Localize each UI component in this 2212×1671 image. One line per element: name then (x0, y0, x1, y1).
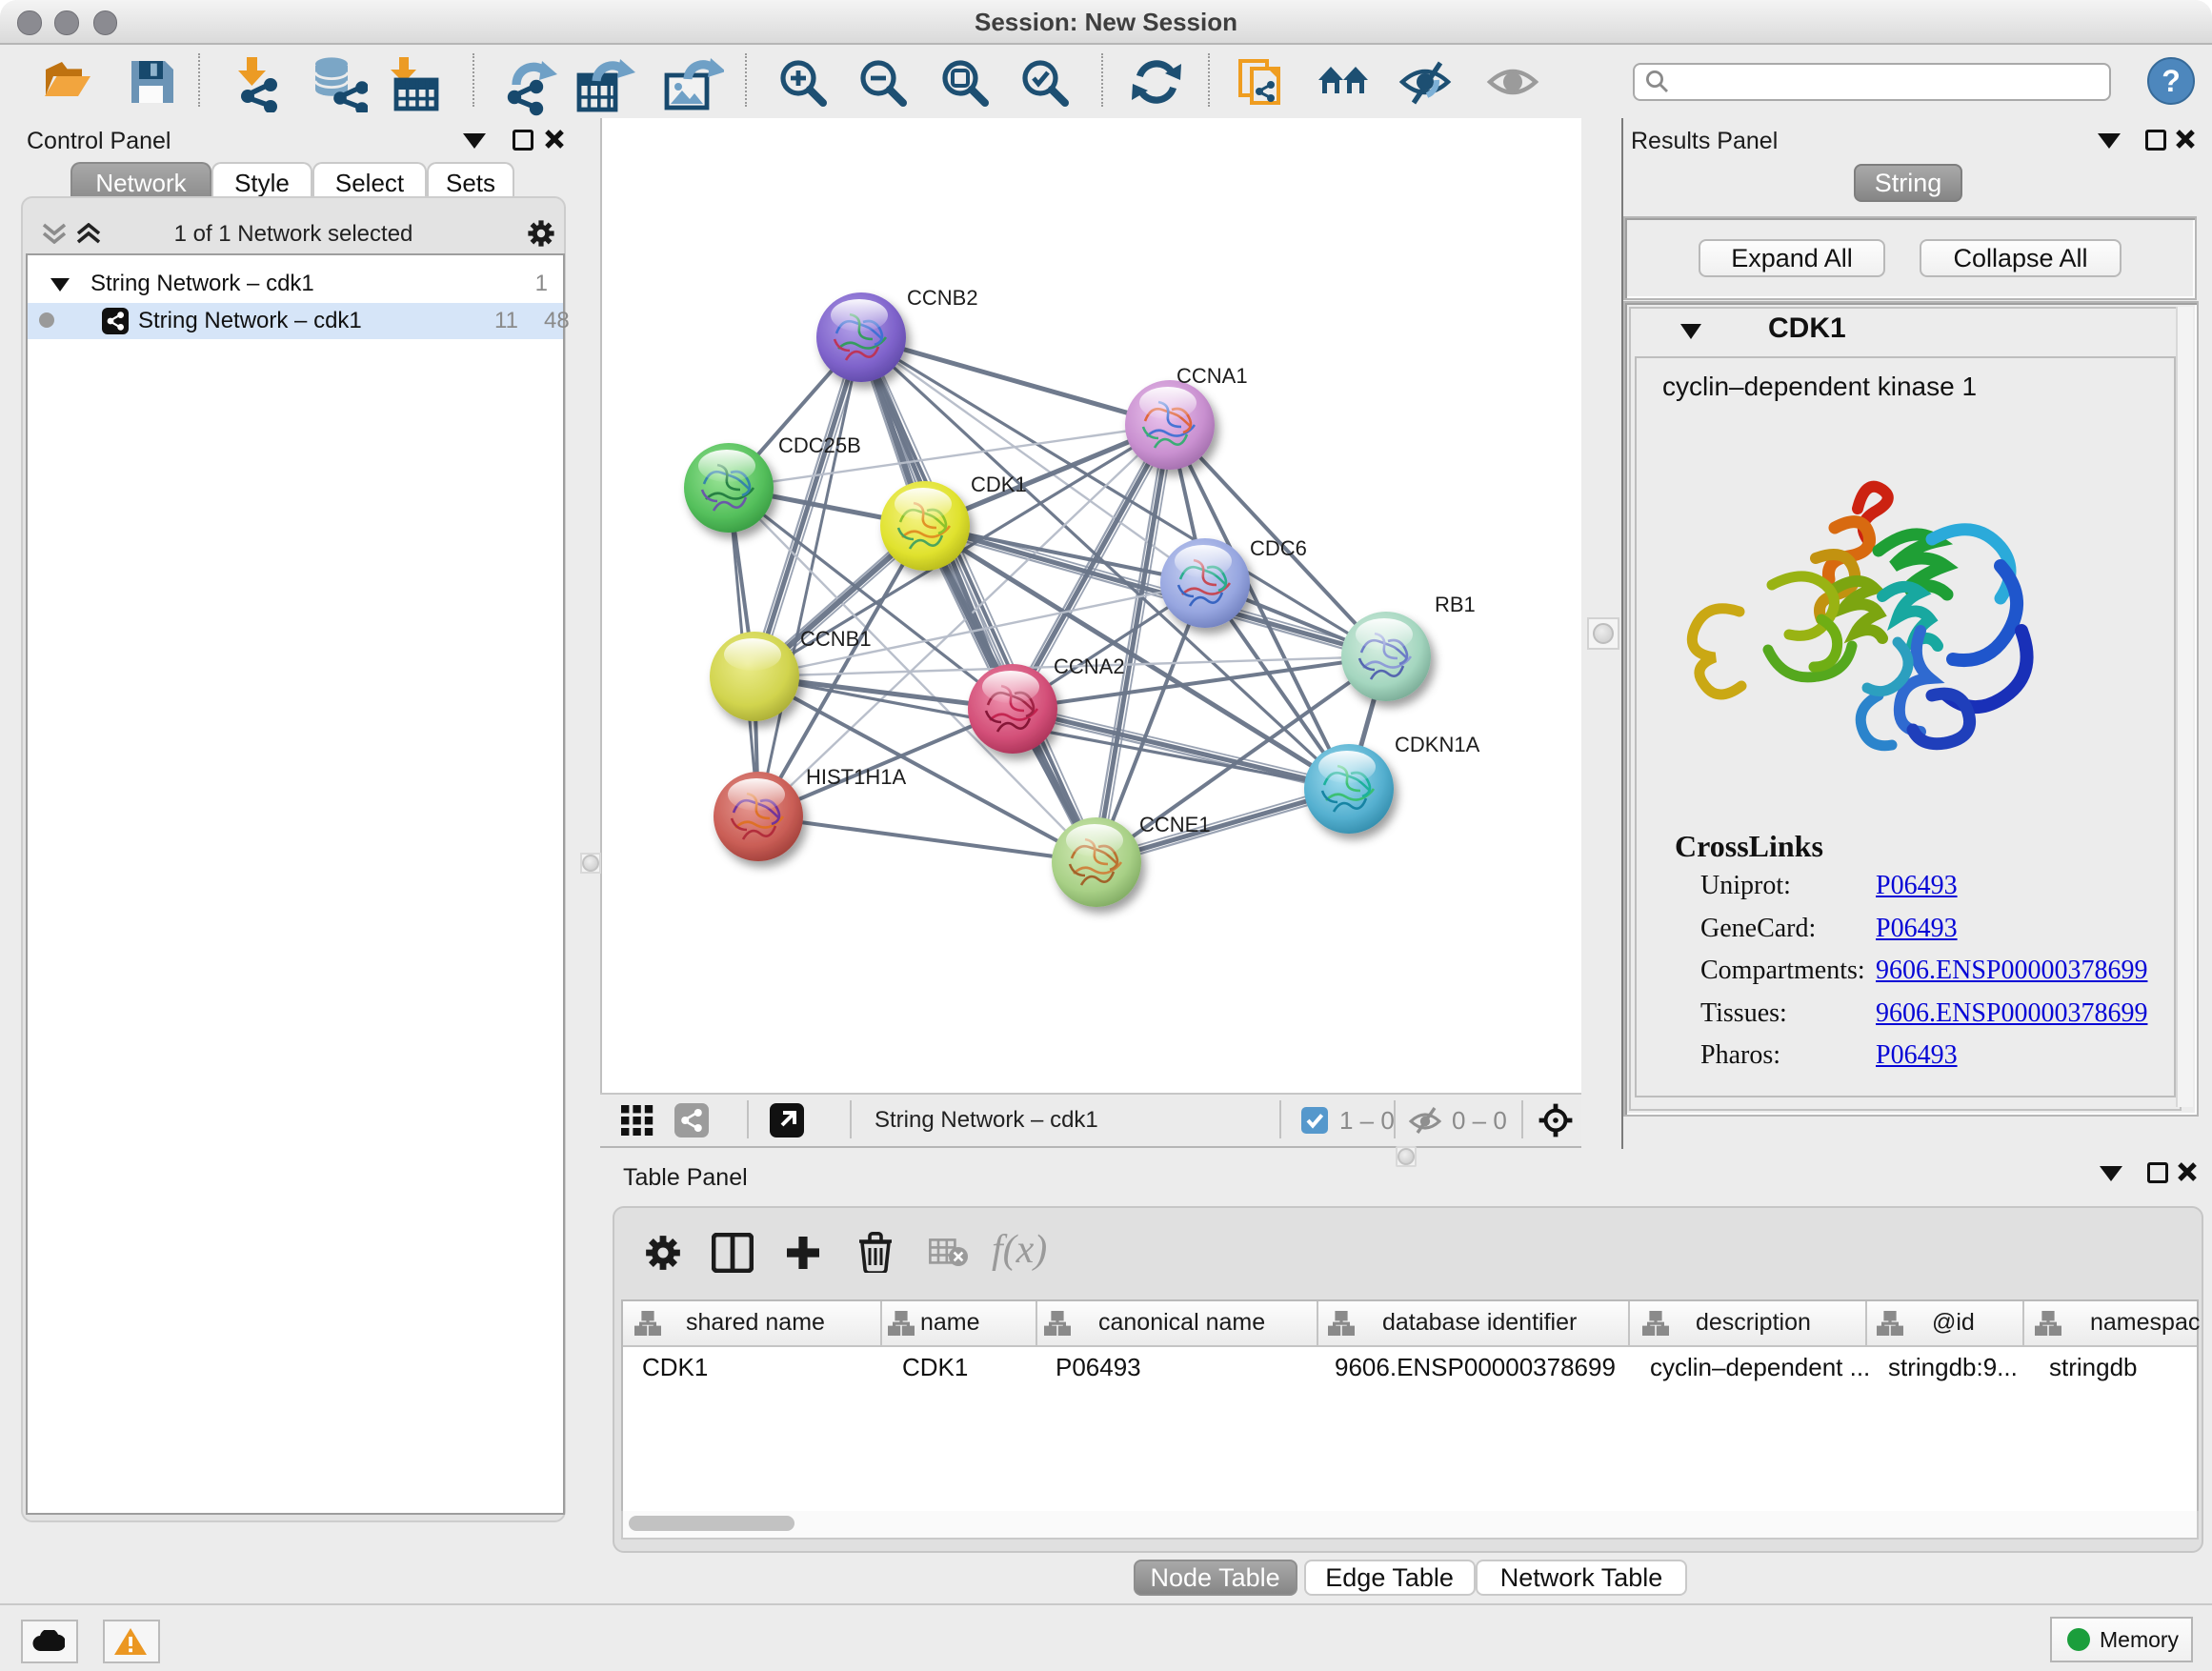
svg-text:RB1: RB1 (1435, 593, 1476, 616)
svg-text:CCNB1: CCNB1 (800, 627, 872, 651)
svg-text:CDKN1A: CDKN1A (1395, 733, 1480, 756)
svg-text:CCNA2: CCNA2 (1054, 654, 1125, 678)
svg-text:CCNB2: CCNB2 (907, 286, 978, 310)
svg-text:HIST1H1A: HIST1H1A (806, 765, 906, 789)
svg-text:CDK1: CDK1 (971, 473, 1027, 496)
svg-text:CCNA1: CCNA1 (1176, 364, 1248, 388)
svg-text:CDC25B: CDC25B (778, 433, 861, 457)
svg-text:CCNE1: CCNE1 (1139, 813, 1211, 836)
svg-text:CDC6: CDC6 (1250, 536, 1307, 560)
